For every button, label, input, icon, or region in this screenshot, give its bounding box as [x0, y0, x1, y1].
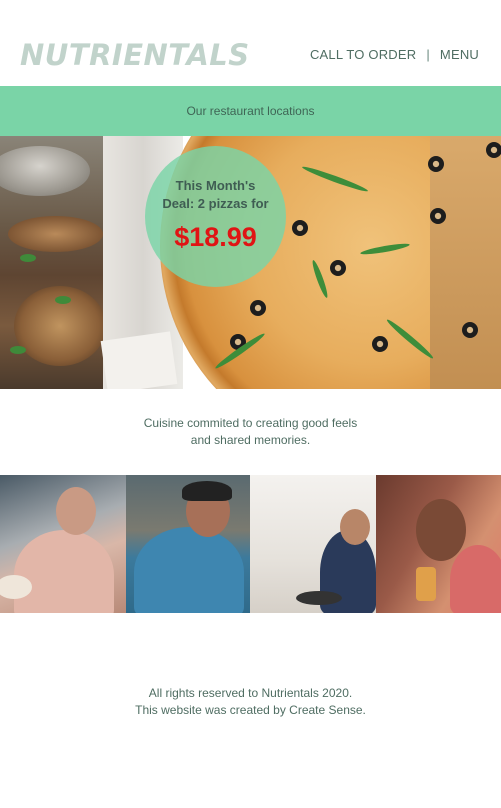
drink-shape [416, 567, 436, 601]
menu-paper-shape [100, 331, 178, 389]
person-shape [450, 545, 501, 613]
menu-link[interactable]: MENU [440, 47, 479, 62]
pizza-board-shape [430, 136, 501, 389]
wood-board-shape [8, 216, 103, 252]
restaurant-locations-link[interactable]: Our restaurant locations [186, 104, 314, 118]
herb-shape [55, 296, 71, 304]
photo-gallery [0, 475, 501, 613]
deal-description: This Month's Deal: 2 pizzas for [145, 177, 286, 213]
nav-separator: | [426, 47, 430, 62]
bowl-shape [0, 146, 90, 196]
food-photo-left [0, 136, 106, 389]
tagline-line-1: Cuisine commited to creating good feels [143, 416, 358, 430]
call-to-order-link[interactable]: CALL TO ORDER [310, 47, 416, 62]
herb-shape [20, 254, 36, 262]
person-shape [134, 527, 244, 613]
monthly-deal-badge[interactable]: This Month's Deal: 2 pizzas for $18.99 [145, 146, 286, 287]
deal-line-1: This Month's [175, 178, 256, 193]
head-shape [56, 487, 96, 535]
gallery-photo-man-eating [126, 475, 250, 613]
herb-shape [10, 346, 26, 354]
gallery-photo-woman-eating [0, 475, 126, 613]
plate-shape [296, 591, 342, 605]
olive-shape [486, 142, 501, 158]
deal-price: $18.99 [174, 222, 257, 252]
copyright-text: All rights reserved to Nutrientals 2020. [148, 686, 353, 700]
site-footer: All rights reserved to Nutrientals 2020.… [0, 685, 501, 719]
person-shape [14, 530, 114, 613]
tagline-line-2: and shared memories. [190, 433, 311, 447]
main-nav: CALL TO ORDER | MENU [310, 47, 479, 62]
olive-shape [462, 322, 478, 338]
gallery-photo-woman-drinking [376, 475, 501, 613]
locations-bar: Our restaurant locations [0, 86, 501, 136]
olive-shape [372, 336, 388, 352]
head-shape [416, 499, 466, 561]
olive-shape [250, 300, 266, 316]
gallery-photo-woman-dining [250, 475, 376, 613]
head-shape [340, 509, 370, 545]
tagline: Cuisine commited to creating good feels … [0, 415, 501, 449]
olive-shape [430, 208, 446, 224]
site-header: NUTRIENTALS CALL TO ORDER | MENU [0, 0, 501, 86]
olive-shape [428, 156, 444, 172]
deal-line-2: Deal: 2 pizzas for [162, 196, 269, 211]
cap-shape [182, 481, 232, 501]
site-logo[interactable]: NUTRIENTALS [20, 38, 250, 72]
credit-text: This website was created by Create Sense… [135, 703, 366, 717]
olive-shape [292, 220, 308, 236]
olive-shape [330, 260, 346, 276]
